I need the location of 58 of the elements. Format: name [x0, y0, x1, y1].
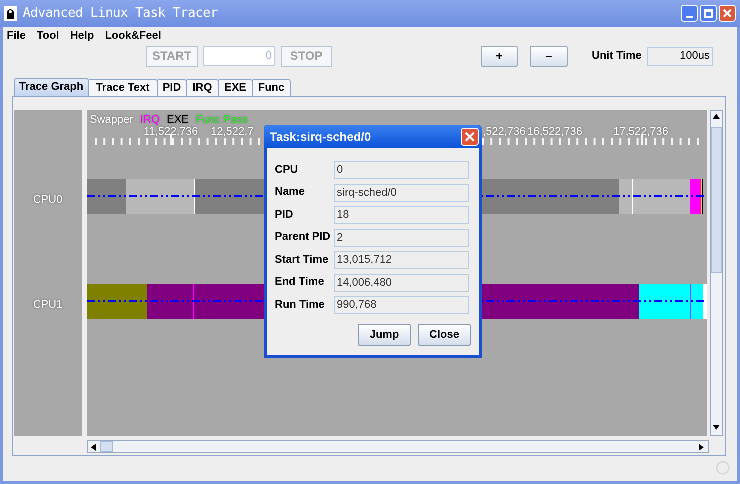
left-arrow-icon[interactable] — [91, 444, 96, 451]
tab[interactable]: EXE — [218, 79, 253, 96]
zoom-out-button[interactable]: – — [530, 46, 568, 66]
legend-item: EXE — [166, 113, 189, 127]
up-arrow-icon[interactable] — [713, 114, 720, 119]
down-arrow-icon[interactable] — [713, 425, 720, 430]
field-label: CPU — [275, 162, 300, 178]
tick-label: 12,522,7 — [211, 125, 254, 140]
scroll-thumb[interactable] — [711, 127, 722, 273]
menu-item[interactable]: Tool — [36, 28, 60, 45]
field-label: Run Time — [275, 298, 326, 313]
scroll-thumb[interactable] — [100, 441, 113, 452]
tab[interactable]: IRQ — [186, 79, 219, 96]
menu-item[interactable]: File — [7, 28, 26, 45]
dialog-button[interactable]: Close — [418, 324, 471, 346]
close-icon — [465, 132, 475, 142]
field-value[interactable]: 18 — [334, 206, 469, 224]
field-value[interactable]: 0 — [334, 161, 469, 179]
minimize-button[interactable] — [681, 5, 698, 22]
field-value[interactable]: 2 — [334, 228, 469, 246]
unit-time-field[interactable]: 100us — [647, 46, 713, 66]
tab[interactable]: Trace Text — [88, 79, 158, 96]
field-value[interactable]: sirq-sched/0 — [334, 184, 469, 202]
menu-item[interactable]: Help — [70, 28, 94, 45]
right-arrow-icon[interactable] — [699, 444, 704, 451]
field-label: Parent PID — [275, 230, 332, 246]
tab[interactable]: PID — [157, 79, 187, 96]
field-label: PID — [275, 208, 294, 223]
field-value[interactable]: 14,006,480 — [334, 274, 469, 292]
tick-label: 17,522,736 — [613, 125, 669, 140]
dialog-button[interactable]: Jump — [358, 324, 411, 346]
zoom-in-button[interactable]: + — [481, 46, 518, 66]
vertical-scrollbar[interactable] — [710, 110, 723, 436]
legend-item: IRQ — [140, 113, 160, 127]
legend-item: Func Pass — [196, 113, 248, 127]
legend-item: Swapper — [90, 113, 134, 128]
app-icon — [4, 6, 17, 21]
window-title: Advanced Linux Task Tracer — [23, 4, 218, 23]
tab[interactable]: Func — [252, 79, 291, 96]
tick-label: 11,522,736 — [144, 126, 198, 140]
maximize-button[interactable] — [700, 5, 717, 22]
field-label: Start Time — [275, 252, 330, 268]
tick-label: ,522,736 — [483, 125, 526, 140]
close-icon — [723, 9, 732, 18]
field-label: End Time — [275, 275, 326, 290]
close-button[interactable] — [461, 128, 479, 146]
unit-time-label: Unit Time — [592, 48, 642, 64]
tick-label: 16,522,736 — [527, 125, 583, 140]
cpu-label: CPU1 — [32, 298, 64, 313]
field-value[interactable]: 990,768 — [334, 296, 469, 314]
field-label: Name — [275, 185, 306, 200]
dialog-title: Task:sirq-sched/0 — [270, 128, 372, 146]
cpu-label: CPU0 — [32, 193, 64, 208]
menu-item[interactable]: Look&Feel — [105, 28, 162, 45]
field-value[interactable]: 13,015,712 — [334, 251, 469, 269]
horizontal-scrollbar[interactable] — [87, 440, 709, 453]
close-button[interactable] — [719, 5, 736, 22]
tab[interactable]: Trace Graph — [14, 78, 89, 96]
